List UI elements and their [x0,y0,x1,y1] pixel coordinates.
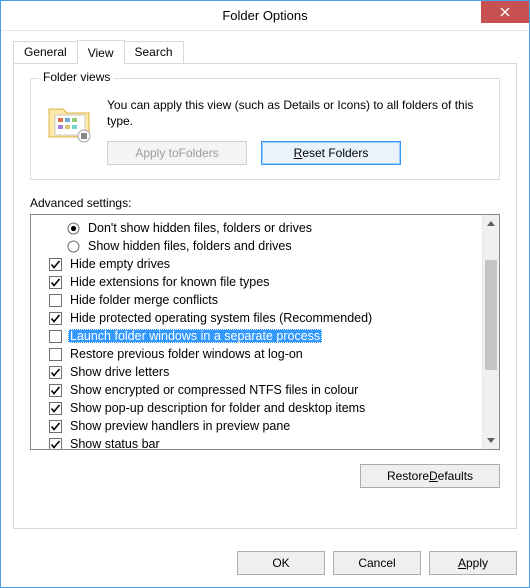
folder-views-icon [45,97,93,145]
tab-general[interactable]: General [13,41,78,63]
chevron-down-icon [487,438,495,443]
list-item[interactable]: Hide protected operating system files (R… [37,309,480,327]
list-item-label: Show hidden files, folders and drives [86,239,294,253]
list-item-label: Don't show hidden files, folders or driv… [86,221,314,235]
scrollbar[interactable] [482,215,499,449]
checkbox-control[interactable] [49,258,62,271]
checkbox-control[interactable] [49,420,62,433]
apply-button[interactable]: Apply [429,551,517,575]
advanced-settings-label: Advanced settings: [30,196,500,210]
tab-panel-view: Folder views [13,63,517,529]
list-item[interactable]: Hide extensions for known file types [37,273,480,291]
checkbox-control[interactable] [49,276,62,289]
tab-search[interactable]: Search [124,41,184,63]
checkbox-control[interactable] [49,330,62,343]
list-item-label: Show drive letters [68,365,171,379]
checkbox-control[interactable] [49,438,62,450]
list-item-label: Restore previous folder windows at log-o… [68,347,305,361]
close-icon [500,7,510,17]
list-item-label: Launch folder windows in a separate proc… [68,329,322,343]
scroll-down-button[interactable] [483,432,499,449]
dialog-buttons: OK Cancel Apply [1,541,529,587]
cancel-button[interactable]: Cancel [333,551,421,575]
checkbox-control[interactable] [49,366,62,379]
list-item-label: Hide folder merge conflicts [68,293,220,307]
list-item[interactable]: Show preview handlers in preview pane [37,417,480,435]
folder-views-group: Folder views [30,78,500,180]
chevron-up-icon [487,221,495,226]
checkbox-control[interactable] [49,312,62,325]
list-item[interactable]: Hide empty drives [37,255,480,273]
checkbox-control[interactable] [49,294,62,307]
list-item[interactable]: Show encrypted or compressed NTFS files … [37,381,480,399]
list-item[interactable]: Show pop-up description for folder and d… [37,399,480,417]
reset-folders-button[interactable]: Reset Folders [261,141,401,165]
close-button[interactable] [481,1,529,23]
folder-views-legend: Folder views [39,70,114,84]
radio-control[interactable] [67,240,80,253]
list-item[interactable]: Don't show hidden files, folders or driv… [37,219,480,237]
tab-strip: General View Search [13,39,517,63]
list-item-label: Show status bar [68,437,162,449]
scroll-up-button[interactable] [483,215,499,232]
checkbox-control[interactable] [49,402,62,415]
radio-control[interactable] [67,222,80,235]
restore-defaults-button[interactable]: Restore Defaults [360,464,500,488]
list-item[interactable]: Show hidden files, folders and drives [37,237,480,255]
list-item-label: Hide protected operating system files (R… [68,311,374,325]
list-content[interactable]: Don't show hidden files, folders or driv… [31,215,482,449]
client-area: General View Search Folder views [1,31,529,541]
folder-options-window: Folder Options General View Search Folde… [0,0,530,588]
list-item[interactable]: Restore previous folder windows at log-o… [37,345,480,363]
ok-button[interactable]: OK [237,551,325,575]
list-item[interactable]: Hide folder merge conflicts [37,291,480,309]
list-item[interactable]: Show status bar [37,435,480,449]
list-item[interactable]: Show drive letters [37,363,480,381]
advanced-settings-list: Don't show hidden files, folders or driv… [30,214,500,450]
folder-views-description: You can apply this view (such as Details… [107,97,485,129]
list-item-label: Show encrypted or compressed NTFS files … [68,383,360,397]
scroll-track[interactable] [483,232,499,432]
window-title: Folder Options [1,8,529,23]
checkbox-control[interactable] [49,348,62,361]
list-item-label: Show pop-up description for folder and d… [68,401,367,415]
apply-to-folders-button: Apply to Folders [107,141,247,165]
list-item-label: Show preview handlers in preview pane [68,419,292,433]
list-item-label: Hide extensions for known file types [68,275,271,289]
title-bar: Folder Options [1,1,529,31]
scroll-thumb[interactable] [485,260,497,370]
list-item-label: Hide empty drives [68,257,172,271]
tab-view[interactable]: View [77,40,125,64]
checkbox-control[interactable] [49,384,62,397]
list-item[interactable]: Launch folder windows in a separate proc… [37,327,480,345]
